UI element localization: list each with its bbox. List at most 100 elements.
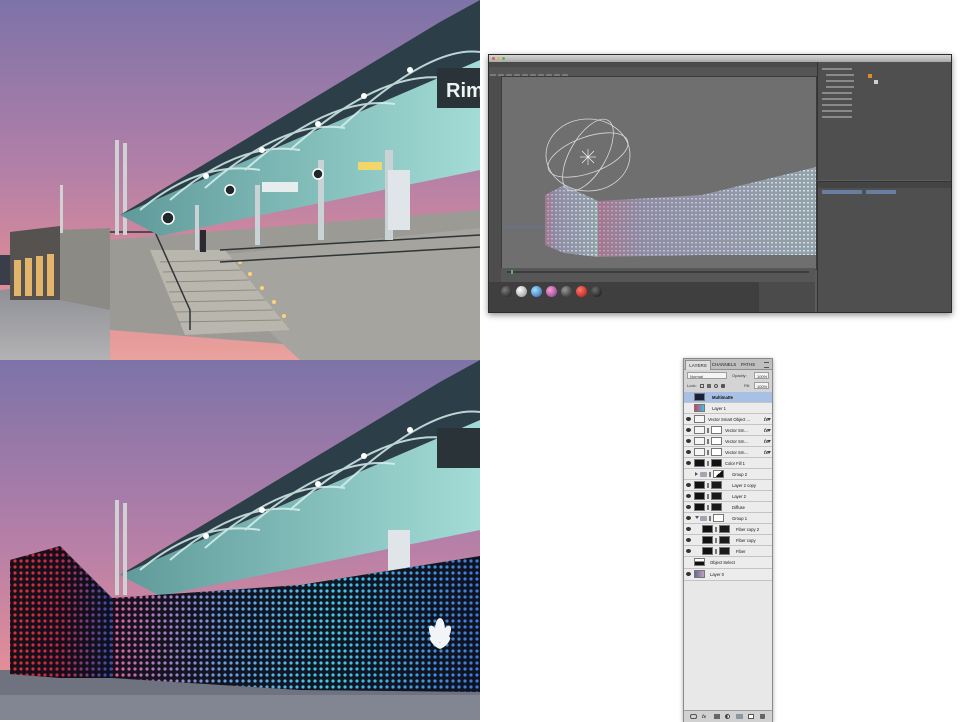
tab-channels[interactable]: CHANNELS <box>710 360 738 369</box>
visibility-eye-icon[interactable] <box>686 428 691 432</box>
expand-arrow-icon[interactable] <box>695 472 698 476</box>
layer-mask-thumbnail[interactable] <box>711 492 722 500</box>
layer-mask-thumbnail[interactable] <box>711 437 722 445</box>
collapse-arrow-icon[interactable] <box>695 516 699 519</box>
layer-mask-thumbnail[interactable] <box>719 525 730 533</box>
tag-icon[interactable] <box>868 74 872 78</box>
layer-mask-thumbnail[interactable] <box>711 448 722 456</box>
layer-mask-thumbnail[interactable] <box>713 470 724 478</box>
material-swatch[interactable] <box>561 286 572 297</box>
material-swatch[interactable] <box>516 286 527 297</box>
panel-menu-icon[interactable] <box>764 362 769 368</box>
visibility-eye-icon[interactable] <box>686 538 691 542</box>
layer-row[interactable]: Vector Sm... fx <box>684 436 772 447</box>
visibility-eye-icon[interactable] <box>686 483 691 487</box>
visibility-eye-icon[interactable] <box>686 527 691 531</box>
visibility-eye-icon[interactable] <box>686 461 691 465</box>
layer-row[interactable]: Layer 2 copy <box>684 480 772 491</box>
layer-mask-thumbnail[interactable] <box>719 536 730 544</box>
layer-thumbnail <box>694 415 705 423</box>
layer-row[interactable]: Layer 0 <box>684 569 772 581</box>
layer-name: Vector Sm... <box>725 450 748 455</box>
layer-options: Normal Opacity: 100% Lock: Fill: 100% <box>684 370 772 393</box>
chevron-down-icon[interactable] <box>767 429 771 432</box>
lock-all-icon[interactable] <box>721 384 725 388</box>
minimize-icon[interactable] <box>497 57 500 60</box>
layer-mask-thumbnail[interactable] <box>711 481 722 489</box>
layer-name: Fiber <box>736 549 746 554</box>
fill-input[interactable]: 100% <box>754 382 769 389</box>
timeline-playhead[interactable] <box>511 270 513 274</box>
c4d-object-manager[interactable] <box>817 62 951 180</box>
tag-icon[interactable] <box>874 80 878 84</box>
layer-name: Object Select <box>710 560 735 565</box>
c4d-coordinates-manager[interactable] <box>759 282 815 312</box>
layer-mask-thumbnail[interactable] <box>719 547 730 555</box>
layer-mask-thumbnail[interactable] <box>713 514 724 522</box>
tab-layers[interactable]: LAYERS <box>685 360 711 370</box>
visibility-eye-icon[interactable] <box>686 505 691 509</box>
layer-row[interactable]: Vector Sm... fx <box>684 447 772 458</box>
visibility-eye-icon[interactable] <box>686 516 691 520</box>
blend-mode-select[interactable]: Normal <box>687 372 727 379</box>
chevron-down-icon[interactable] <box>767 440 771 443</box>
layer-row[interactable]: Diffuse <box>684 502 772 513</box>
c4d-attribute-manager[interactable] <box>817 181 951 312</box>
layer-row[interactable]: Group 1 <box>684 513 772 524</box>
c4d-material-manager[interactable] <box>489 282 759 312</box>
layer-mask-thumbnail[interactable] <box>711 426 722 434</box>
adjustment-icon[interactable] <box>725 714 730 719</box>
fx-icon[interactable]: fx <box>702 714 706 719</box>
material-swatch[interactable] <box>576 286 587 297</box>
lock-label: Lock: <box>687 383 697 388</box>
layer-row[interactable]: Fiber <box>684 546 772 557</box>
layer-mask-thumbnail[interactable] <box>711 459 722 467</box>
new-layer-icon[interactable] <box>748 714 754 719</box>
layer-row[interactable]: Layer 1 <box>684 403 772 414</box>
visibility-eye-icon[interactable] <box>686 494 691 498</box>
layer-row[interactable]: Layer 2 <box>684 491 772 502</box>
layer-thumbnail <box>702 536 713 544</box>
lock-image-icon[interactable] <box>707 384 711 388</box>
layer-row[interactable]: Group 2 <box>684 469 772 480</box>
folder-icon[interactable] <box>736 714 743 719</box>
layer-row[interactable]: Fiber copy 2 <box>684 524 772 535</box>
layer-row[interactable]: Color Fill 1 <box>684 458 772 469</box>
tab-paths[interactable]: PATHS <box>739 360 757 369</box>
c4d-viewport[interactable] <box>501 76 817 270</box>
trash-icon[interactable] <box>760 714 765 719</box>
layer-row[interactable]: Vector Smart Object ... fx <box>684 414 772 425</box>
material-swatch[interactable] <box>501 286 512 297</box>
visibility-eye-icon[interactable] <box>686 549 691 553</box>
layer-row[interactable]: Fiber copy <box>684 535 772 546</box>
layer-row[interactable]: Vector Sm... fx <box>684 425 772 436</box>
mask-icon[interactable] <box>714 714 720 719</box>
layer-mask-thumbnail[interactable] <box>711 503 722 511</box>
visibility-eye-icon[interactable] <box>686 417 691 421</box>
link-icon <box>707 483 709 488</box>
layer-row[interactable]: Multimatte <box>684 392 772 403</box>
opacity-input[interactable]: 100% <box>754 372 769 379</box>
material-swatch[interactable] <box>546 286 557 297</box>
close-icon[interactable] <box>492 57 495 60</box>
visibility-eye-icon[interactable] <box>686 439 691 443</box>
material-swatch[interactable] <box>531 286 542 297</box>
chevron-down-icon[interactable] <box>767 451 771 454</box>
layers-panel-footer: fx <box>684 710 772 722</box>
link-icon[interactable] <box>690 714 697 719</box>
link-icon <box>707 428 709 433</box>
material-swatch[interactable] <box>591 286 602 297</box>
layer-thumbnail <box>694 448 705 456</box>
c4d-left-toolbar[interactable] <box>489 76 501 290</box>
zoom-icon[interactable] <box>502 57 505 60</box>
layer-row[interactable]: Object Select <box>684 557 772 569</box>
c4d-timeline[interactable] <box>501 268 815 282</box>
layer-thumbnail <box>694 404 705 412</box>
visibility-eye-icon[interactable] <box>686 572 691 576</box>
lock-transparent-icon[interactable] <box>700 384 704 388</box>
visibility-eye-icon[interactable] <box>686 450 691 454</box>
opacity-label: Opacity: <box>732 373 747 378</box>
layer-name: Fiber copy <box>736 538 756 543</box>
chevron-down-icon[interactable] <box>767 418 771 421</box>
lock-position-icon[interactable] <box>714 384 718 388</box>
